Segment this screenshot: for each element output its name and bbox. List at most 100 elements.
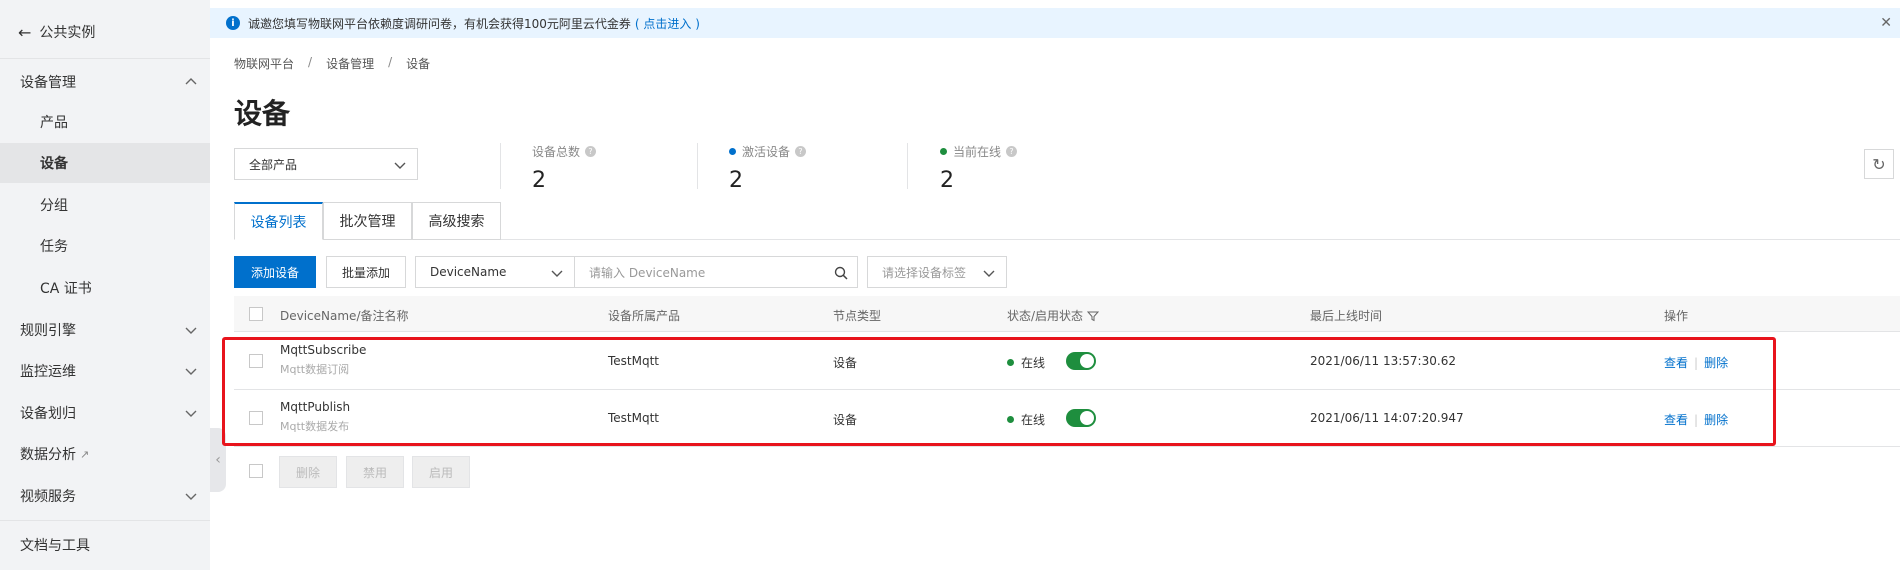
tab-device-list[interactable]: 设备列表 (234, 202, 323, 240)
chevron-down-icon (185, 327, 197, 334)
chevron-down-icon (983, 270, 995, 277)
help-icon[interactable]: ? (1006, 146, 1018, 157)
device-tag-placeholder: 请选择设备标签 (882, 265, 967, 280)
sidebar-divider (0, 58, 210, 59)
sidebar-item-label: 产品 (40, 115, 68, 131)
sidebar-item-label: 设备 (40, 156, 68, 172)
sidebar-item-device-management[interactable]: 设备管理 (0, 62, 210, 102)
breadcrumb-item: 设备 (406, 57, 431, 71)
stat-divider (907, 143, 908, 189)
chevron-down-icon (185, 493, 197, 500)
sidebar-item-label: 任务 (40, 239, 68, 255)
sidebar-item-device-assignment[interactable]: 设备划归 (0, 393, 210, 433)
status-dot (729, 148, 736, 155)
stat-value: 2 (940, 168, 954, 193)
sidebar-item-products[interactable]: 产品 (0, 102, 210, 142)
bulk-select-checkbox[interactable] (249, 464, 263, 478)
sidebar: ← 公共实例 设备管理 产品 设备 分组 任务 CA 证书 规则引擎 监控运维 … (0, 0, 210, 570)
product-select[interactable]: 全部产品 (234, 148, 418, 180)
search-field-select[interactable]: DeviceName (415, 256, 575, 288)
tab-batch-management[interactable]: 批次管理 (323, 202, 412, 240)
button-label: 批量添加 (341, 265, 390, 280)
stat-label: 设备总数 (532, 145, 581, 159)
sidebar-item-devices[interactable]: 设备 (0, 143, 210, 183)
refresh-icon: ↻ (1872, 154, 1886, 174)
stat-divider (697, 143, 698, 189)
sidebar-item-label: 规则引擎 (20, 323, 76, 339)
info-icon: i (226, 16, 240, 30)
button-label: 启用 (428, 465, 453, 480)
breadcrumb-separator: / (308, 55, 313, 69)
sidebar-item-label: 分组 (40, 198, 68, 214)
bulk-disable-button[interactable]: 禁用 (346, 456, 404, 488)
column-header: 最后上线时间 (1310, 309, 1383, 323)
search-input[interactable]: 请输入 DeviceName (574, 256, 858, 288)
stat-label: 当前在线 (953, 145, 1002, 159)
sidebar-item-label: 监控运维 (20, 364, 76, 380)
chevron-left-icon: ‹ (215, 452, 221, 468)
bulk-enable-button[interactable]: 启用 (412, 456, 470, 488)
button-label: 禁用 (362, 465, 387, 480)
button-label: 删除 (295, 465, 320, 480)
chevron-down-icon (185, 368, 197, 375)
stat-online-devices: 当前在线? 2 (940, 143, 1018, 193)
stat-total-devices: 设备总数? 2 (532, 143, 597, 193)
sidebar-item-label: 设备管理 (20, 75, 76, 91)
column-header-label: 状态/启用状态 (1007, 309, 1084, 323)
notice-link[interactable]: ( 点击进入 ) (635, 15, 700, 32)
help-icon[interactable]: ? (585, 146, 597, 157)
search-icon[interactable] (833, 265, 849, 281)
stat-value: 2 (532, 168, 546, 193)
sidebar-divider (0, 520, 210, 521)
column-header: 节点类型 (833, 309, 882, 323)
column-header: 设备所属产品 (608, 309, 681, 323)
batch-add-button[interactable]: 批量添加 (326, 256, 406, 288)
device-tag-select[interactable]: 请选择设备标签 (867, 256, 1007, 288)
breadcrumb: 物联网平台 / 设备管理 / 设备 (234, 55, 430, 72)
sidebar-item-label: 设备划归 (20, 406, 76, 422)
notice-banner: i 诚邀您填写物联网平台依赖度调研问卷，有机会获得100元阿里云代金券 ( 点击… (210, 8, 1900, 38)
tab-advanced-search[interactable]: 高级搜索 (412, 202, 501, 240)
sidebar-item-groups[interactable]: 分组 (0, 185, 210, 225)
stat-label: 激活设备 (742, 145, 791, 159)
tab-label: 高级搜索 (428, 214, 485, 230)
chevron-down-icon (551, 270, 563, 277)
sidebar-item-rules-engine[interactable]: 规则引擎 (0, 310, 210, 350)
tab-label: 批次管理 (339, 214, 396, 230)
stat-value: 2 (729, 168, 743, 193)
sidebar-item-video-service[interactable]: 视频服务 (0, 476, 210, 516)
bulk-delete-button[interactable]: 删除 (279, 456, 337, 488)
sidebar-item-label: 视频服务 (20, 489, 76, 505)
refresh-button[interactable]: ↻ (1864, 149, 1894, 179)
select-all-checkbox[interactable] (249, 307, 263, 321)
stat-activated-devices: 激活设备? 2 (729, 143, 807, 193)
page-title: 设备 (234, 97, 291, 130)
column-header: DeviceName/备注名称 (280, 309, 409, 323)
breadcrumb-item[interactable]: 物联网平台 (234, 55, 294, 72)
sidebar-item-monitoring[interactable]: 监控运维 (0, 351, 210, 391)
breadcrumb-separator: / (388, 55, 393, 69)
filter-icon[interactable] (1087, 310, 1100, 322)
back-to-instance[interactable]: ← 公共实例 (18, 20, 95, 44)
close-icon[interactable]: ✕ (1880, 15, 1892, 31)
sidebar-item-tasks[interactable]: 任务 (0, 226, 210, 266)
back-label: 公共实例 (39, 25, 96, 41)
table-header: DeviceName/备注名称 设备所属产品 节点类型 状态/启用状态 最后上线… (234, 296, 1900, 332)
tab-label: 设备列表 (250, 214, 307, 231)
sidebar-item-ca-cert[interactable]: CA 证书 (0, 268, 210, 308)
arrow-left-icon: ← (18, 22, 32, 42)
add-device-button[interactable]: 添加设备 (234, 256, 316, 288)
chevron-down-icon (394, 162, 406, 169)
external-link-icon: ↗ (80, 447, 90, 461)
sidebar-item-label: CA 证书 (40, 281, 92, 297)
product-select-value: 全部产品 (249, 157, 298, 172)
sidebar-item-label: 数据分析 (20, 447, 76, 463)
search-field-value: DeviceName (430, 265, 507, 279)
help-icon[interactable]: ? (795, 146, 807, 157)
breadcrumb-item[interactable]: 设备管理 (326, 55, 374, 72)
sidebar-item-docs-tools[interactable]: 文档与工具 (0, 525, 210, 565)
column-header: 状态/启用状态 (1007, 307, 1100, 324)
stat-divider (500, 143, 501, 189)
status-dot (940, 148, 947, 155)
sidebar-item-data-analysis[interactable]: 数据分析 ↗ (0, 434, 210, 474)
